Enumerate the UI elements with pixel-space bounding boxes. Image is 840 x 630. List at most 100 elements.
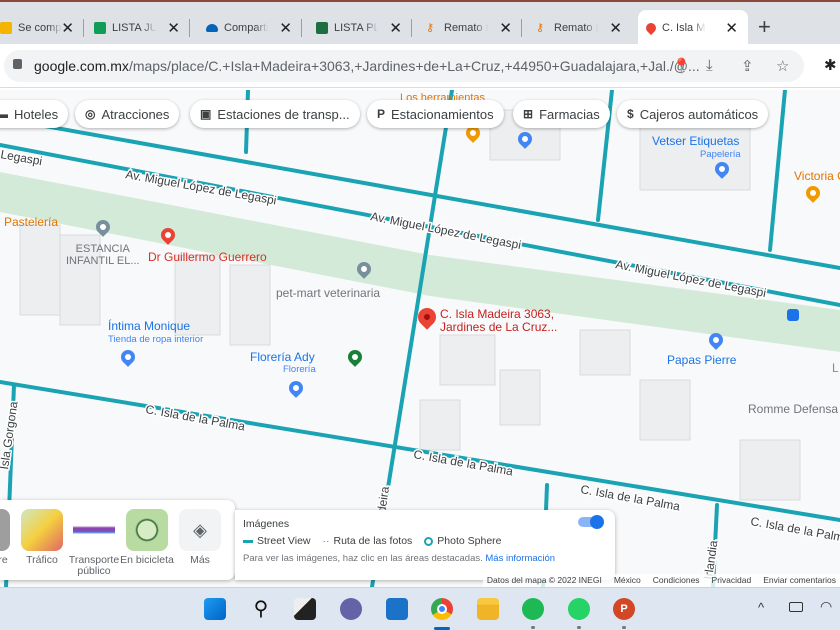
street-label: C. Isla de la Palma — [144, 402, 246, 433]
building — [229, 264, 271, 346]
layers-panel: re Tráfico Transporte público En bicicle… — [0, 500, 235, 580]
key-icon: ⚷ — [426, 22, 435, 34]
more-layers-icon[interactable]: ◈ — [179, 509, 221, 551]
whatsapp-icon[interactable] — [568, 598, 590, 620]
poi-petmart[interactable]: pet-mart veterinaria — [276, 287, 380, 299]
poi-pasteleria[interactable]: Pastelería — [4, 216, 58, 228]
close-icon[interactable]: ✕ — [725, 19, 738, 37]
images-title: Imágenes — [243, 518, 290, 530]
new-tab-button[interactable]: + — [758, 14, 771, 40]
extensions-icon[interactable]: ✱ — [824, 56, 837, 74]
bookmark-star-icon[interactable]: ☆ — [776, 57, 789, 75]
map-canvas[interactable]: Legaspi Av. Miguel López de Legaspi Av. … — [0, 90, 840, 587]
chevron-up-icon[interactable]: ^ — [758, 600, 764, 615]
circle-icon — [424, 536, 434, 546]
share-icon[interactable]: ⇪ — [741, 57, 754, 75]
install-icon[interactable]: ⤓ — [706, 57, 713, 74]
spotify-icon[interactable] — [522, 598, 544, 620]
excel-icon — [316, 22, 328, 34]
poi-vetser[interactable]: Vetser Etiquetas — [652, 135, 739, 147]
chrome-icon[interactable] — [431, 598, 453, 620]
poi-cut[interactable]: L — [832, 362, 839, 374]
chip-hoteles[interactable]: ▬ Hoteles — [0, 100, 69, 128]
legend-photo-sphere: Photo Sphere — [424, 535, 502, 547]
street-view-toggle[interactable] — [578, 515, 604, 529]
images-panel: Imágenes Street View ·· Ruta de las fotos… — [235, 510, 615, 580]
pharmacy-icon: ⊞ — [523, 107, 534, 121]
teams-chat-icon[interactable] — [340, 598, 362, 620]
street-label: C. Isla de la Palma — [412, 447, 514, 478]
layer-street-thumb[interactable] — [0, 509, 10, 551]
poi-floreria[interactable]: Florería Ady — [250, 351, 315, 363]
building — [739, 439, 801, 501]
bed-icon: ▬ — [0, 107, 8, 121]
file-explorer-icon[interactable] — [477, 598, 499, 620]
layer-transit-thumb[interactable] — [73, 509, 115, 551]
building — [499, 369, 541, 426]
chip-cajeros[interactable]: $ Cajeros automáticos — [617, 100, 769, 128]
poi-intima[interactable]: Íntima Monique — [108, 320, 190, 332]
task-view-icon[interactable] — [294, 598, 316, 620]
close-icon[interactable]: ✕ — [499, 19, 512, 37]
poi-victoria[interactable]: Victoria C — [794, 170, 840, 182]
poi-guerrero[interactable]: Dr Guillermo Guerrero — [148, 251, 267, 263]
line-icon — [243, 539, 253, 543]
tab-lista-planta[interactable]: LISTA PLANTA✕ — [308, 10, 412, 46]
url-text[interactable]: google.com.mx/maps/place/C.+Isla+Madeira… — [34, 58, 700, 74]
key-icon: ⚷ — [536, 22, 545, 34]
tab-lista-julio[interactable]: LISTA JULIO✕ — [86, 10, 190, 46]
close-icon[interactable]: ✕ — [167, 19, 180, 37]
close-icon[interactable]: ✕ — [61, 19, 74, 37]
omnibox[interactable]: google.com.mx/maps/place/C.+Isla+Madeira… — [4, 50, 804, 82]
chip-estacionamientos[interactable]: P Estacionamientos — [367, 100, 504, 128]
road-side — [768, 90, 787, 252]
bus-icon: ▣ — [200, 107, 212, 121]
drive-icon — [0, 22, 12, 34]
legend-street-view: Street View — [243, 535, 311, 547]
dots-icon: ·· — [322, 535, 330, 547]
building — [439, 334, 496, 386]
close-icon[interactable]: ✕ — [389, 19, 402, 37]
location-icon[interactable]: 📍 — [672, 57, 691, 75]
chip-atracciones[interactable]: ◎ Atracciones — [75, 100, 180, 128]
tab-strip: Se compartió✕ LISTA JULIO✕ Compartido✕ L… — [0, 0, 840, 46]
tab-remato-1[interactable]: ⚷Remato Herramienta✕ — [418, 10, 522, 46]
address-bar-row: google.com.mx/maps/place/C.+Isla+Madeira… — [0, 44, 840, 88]
onedrive-icon — [206, 24, 218, 32]
camera-icon: ◎ — [85, 107, 96, 121]
poi-romme[interactable]: Romme Defensa — [748, 403, 838, 415]
keyboard-icon[interactable] — [789, 602, 803, 612]
building — [639, 379, 691, 441]
chip-estaciones[interactable]: ▣ Estaciones de transp... — [190, 100, 360, 128]
bus-stop-icon[interactable] — [787, 309, 799, 321]
wifi-icon[interactable]: ◠ — [820, 598, 832, 615]
search-icon[interactable]: ⚲ — [250, 598, 272, 620]
layer-bike-thumb[interactable] — [126, 509, 168, 551]
sheets-cross-icon — [94, 22, 106, 34]
tab-se-compartio[interactable]: Se compartió✕ — [0, 10, 84, 46]
selected-place-label[interactable]: C. Isla Madeira 3063, Jardines de La Cruz… — [440, 308, 557, 334]
maps-pin-icon — [643, 20, 659, 36]
street-label: Av. Miguel López de Legaspi — [369, 209, 522, 252]
building — [19, 224, 61, 316]
close-icon[interactable]: ✕ — [609, 19, 622, 37]
poi-vetser-sub: Papelería — [700, 149, 741, 160]
street-label: Isla Gorgona — [0, 400, 21, 470]
layer-traffic-thumb[interactable] — [21, 509, 63, 551]
more-info-link[interactable]: Más información — [485, 553, 555, 564]
tab-compartido[interactable]: Compartido✕ — [198, 10, 302, 46]
windows-taskbar: ⚲ P ^ ◠ — [0, 587, 840, 630]
atm-icon: $ — [627, 107, 634, 121]
tab-maps-active[interactable]: C. Isla Madeira✕ — [638, 10, 748, 46]
poi-estancia[interactable]: ESTANCIA INFANTIL EL... — [66, 243, 140, 267]
tab-remato-2[interactable]: ⚷Remato Herramienta✕ — [528, 10, 632, 46]
start-icon[interactable] — [204, 598, 226, 620]
mail-icon[interactable] — [386, 598, 408, 620]
powerpoint-icon[interactable]: P — [613, 598, 635, 620]
legend-photo-route: ·· Ruta de las fotos — [322, 535, 413, 547]
close-icon[interactable]: ✕ — [279, 19, 292, 37]
chip-farmacias[interactable]: ⊞ Farmacias — [513, 100, 610, 128]
poi-papas-pierre[interactable]: Papas Pierre — [667, 354, 736, 366]
images-hint: Para ver las imágenes, haz clic en las á… — [243, 553, 483, 564]
poi-intima-sub: Tienda de ropa interior — [108, 334, 204, 345]
